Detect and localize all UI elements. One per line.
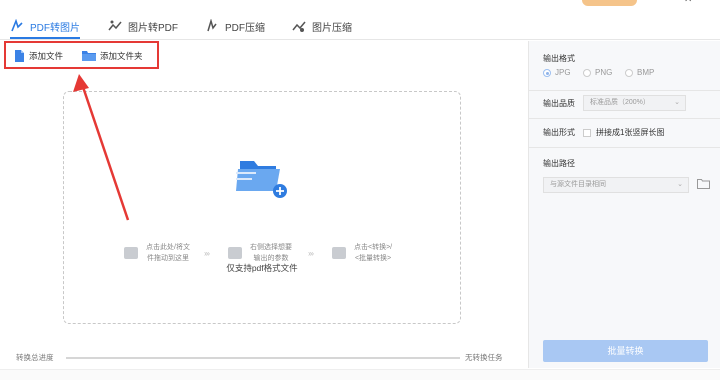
tab-label: 图片压缩 [312, 22, 352, 34]
step-text: <批量转换> [354, 255, 392, 262]
checkbox-label: 拼接成1张竖屏长图 [596, 128, 665, 137]
step-text: 右侧选择想要 [250, 244, 292, 251]
tab-pdf-compress[interactable]: PDF压缩 [205, 17, 265, 35]
add-file-label: 添加文件 [29, 51, 64, 61]
step-text: 点击<转换>/ [354, 244, 393, 251]
progress-row: 转换总进度 无转换任务 [0, 350, 528, 366]
drop-zone[interactable]: 仅支持pdf格式文件 点击此处/将文 件拖动到这里 ››› 右侧选择想要 输出的… [63, 91, 461, 324]
step-arrow: ››› [308, 249, 314, 258]
folder-icon [124, 247, 138, 259]
radio-dot [543, 68, 551, 77]
file-icon [14, 50, 25, 62]
output-path-select[interactable]: 与源文件目录相同 ⌄ [543, 177, 689, 193]
chevron-down-icon: ⌄ [674, 99, 680, 106]
divider [529, 90, 720, 91]
status-bar [0, 369, 720, 380]
step-text: 输出的参数 [253, 255, 289, 262]
progress-label: 转换总进度 [16, 353, 54, 362]
progress-bar [66, 357, 460, 359]
tab-image-to-pdf[interactable]: 图片转PDF [108, 17, 178, 35]
divider [529, 147, 720, 148]
output-format-label: 输出格式 [543, 54, 575, 63]
add-folder-large-icon [236, 155, 288, 199]
add-file-button[interactable]: 添加文件 [14, 50, 63, 62]
minimize-icon[interactable]: — [650, 0, 660, 5]
path-value: 与源文件目录相同 [550, 181, 606, 188]
browse-folder-icon[interactable] [697, 179, 710, 189]
usage-steps: 点击此处/将文 件拖动到这里 ››› 右侧选择想要 输出的参数 ››› 点击<转… [124, 242, 414, 272]
radio-dot [625, 68, 633, 77]
tab-label: PDF转图片 [30, 22, 80, 34]
quality-value: 标准品质（200%） [590, 99, 650, 106]
format-png-radio[interactable]: PNG [583, 68, 612, 77]
settings-panel: 输出格式 JPG PNG BMP 输出品质 标准品质（200%） ⌄ 输出形式 … [528, 41, 720, 368]
radio-dot [583, 68, 591, 77]
tab-label: 图片转PDF [128, 22, 178, 34]
title-bar: — ✕ [0, 0, 720, 8]
step-2: 右侧选择想要 输出的参数 [228, 242, 292, 264]
step-text: 点击此处/将文 [146, 244, 190, 251]
folder-icon [82, 50, 96, 62]
output-form-label: 输出形式 [543, 128, 575, 137]
convert-icon [332, 247, 346, 259]
radio-label: JPG [555, 68, 571, 77]
step-arrow: ››› [204, 249, 210, 258]
toolbar-highlight: 添加文件 添加文件夹 [4, 41, 159, 69]
divider [529, 118, 720, 119]
tab-bar: PDF转图片 图片转PDF PDF压缩 图片压缩 [0, 10, 720, 40]
quality-label: 输出品质 [543, 99, 575, 108]
tab-pdf-to-image[interactable]: PDF转图片 [10, 17, 80, 39]
import-icon [228, 247, 242, 259]
radio-label: PNG [595, 68, 613, 77]
file-panel: 添加文件 添加文件夹 仅支持pdf格式文件 点击此处/将文 件拖动到这里 ›››… [0, 41, 528, 368]
stitch-checkbox[interactable]: 拼接成1张竖屏长图 [583, 127, 664, 138]
tab-image-compress[interactable]: 图片压缩 [292, 17, 352, 35]
batch-convert-button[interactable]: 批量转换 [543, 340, 708, 362]
output-path-label: 输出路径 [543, 159, 575, 168]
format-jpg-radio[interactable]: JPG [543, 68, 571, 77]
vip-badge[interactable] [582, 0, 637, 6]
close-icon[interactable]: ✕ [684, 0, 692, 5]
format-bmp-radio[interactable]: BMP [625, 68, 654, 77]
quality-select[interactable]: 标准品质（200%） ⌄ [583, 95, 686, 111]
image-to-pdf-icon [108, 19, 122, 33]
add-folder-label: 添加文件夹 [100, 51, 143, 61]
step-3: 点击<转换>/ <批量转换> [332, 242, 392, 264]
checkbox-box [583, 128, 591, 137]
step-text: 件拖动到这里 [146, 255, 189, 262]
chevron-down-icon: ⌄ [677, 181, 683, 188]
pdf-compress-icon [205, 18, 219, 33]
pdf-icon [10, 18, 24, 33]
step-1: 点击此处/将文 件拖动到这里 [124, 242, 190, 264]
progress-status: 无转换任务 [465, 353, 503, 362]
image-compress-icon [292, 19, 306, 33]
tab-label: PDF压缩 [225, 22, 265, 34]
add-folder-button[interactable]: 添加文件夹 [82, 50, 143, 62]
radio-label: BMP [637, 68, 655, 77]
